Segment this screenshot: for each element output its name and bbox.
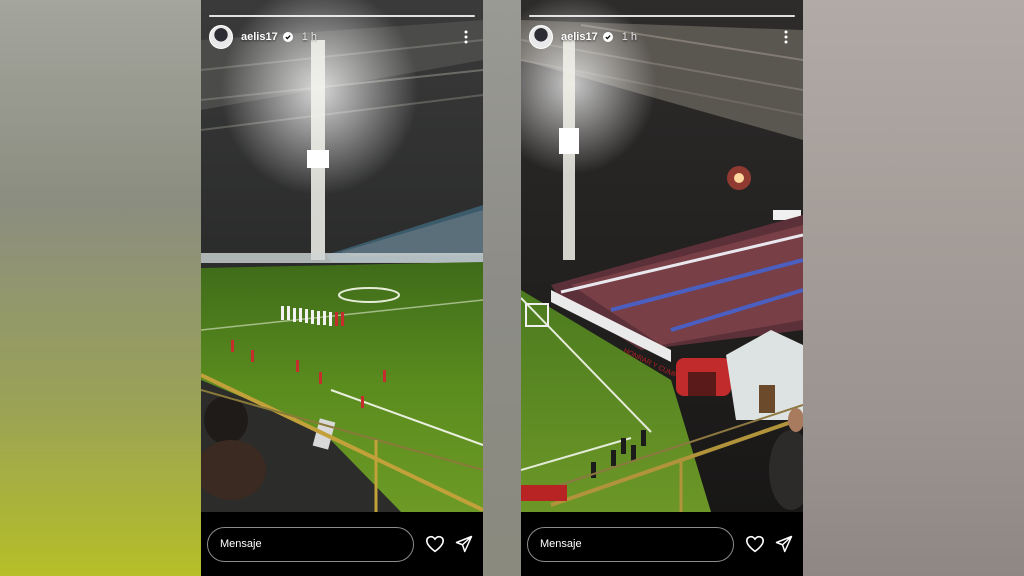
message-placeholder: Mensaje <box>540 538 582 550</box>
message-input[interactable]: Mensaje <box>207 526 414 562</box>
username[interactable]: aelis17 <box>241 31 278 43</box>
story-progress-bar <box>529 15 795 17</box>
verified-badge-icon <box>602 32 613 42</box>
more-options-icon <box>464 30 468 44</box>
post-timestamp: 1 h <box>621 31 637 43</box>
heart-icon <box>425 535 445 553</box>
like-button[interactable] <box>424 533 446 555</box>
like-button[interactable] <box>744 533 766 555</box>
story-header: aelis17 1 h <box>209 24 475 50</box>
story-footer: Mensaje <box>521 512 803 576</box>
profile-avatar[interactable] <box>209 25 233 49</box>
share-button[interactable] <box>453 533 475 555</box>
message-input[interactable]: Mensaje <box>527 526 734 562</box>
stadium-photo-illustration <box>201 0 483 512</box>
more-options-button[interactable] <box>457 28 475 46</box>
story-photo-stadium-stands: HONRAR Y CUMPLIR <box>521 0 803 512</box>
story-footer: Mensaje <box>201 512 483 576</box>
share-button[interactable] <box>773 533 795 555</box>
post-timestamp: 1 h <box>301 31 317 43</box>
heart-icon <box>745 535 765 553</box>
blurred-background-right <box>803 0 1024 576</box>
profile-avatar[interactable] <box>529 25 553 49</box>
username[interactable]: aelis17 <box>561 31 598 43</box>
more-options-icon <box>784 30 788 44</box>
blurred-background-middle <box>483 0 521 576</box>
story-panel-1[interactable]: aelis17 1 h Mensaje <box>201 0 483 576</box>
blurred-background-left <box>0 0 201 576</box>
story-header: aelis17 1 h <box>529 24 795 50</box>
more-options-button[interactable] <box>777 28 795 46</box>
send-icon <box>455 535 473 553</box>
send-icon <box>775 535 793 553</box>
message-placeholder: Mensaje <box>220 538 262 550</box>
stadium-photo-illustration: HONRAR Y CUMPLIR <box>521 0 803 512</box>
story-panel-2[interactable]: HONRAR Y CUMPLIR aelis17 1 h Mensaje <box>521 0 803 576</box>
story-photo-stadium-field <box>201 0 483 512</box>
verified-badge-icon <box>282 32 293 42</box>
story-progress-bar <box>209 15 475 17</box>
